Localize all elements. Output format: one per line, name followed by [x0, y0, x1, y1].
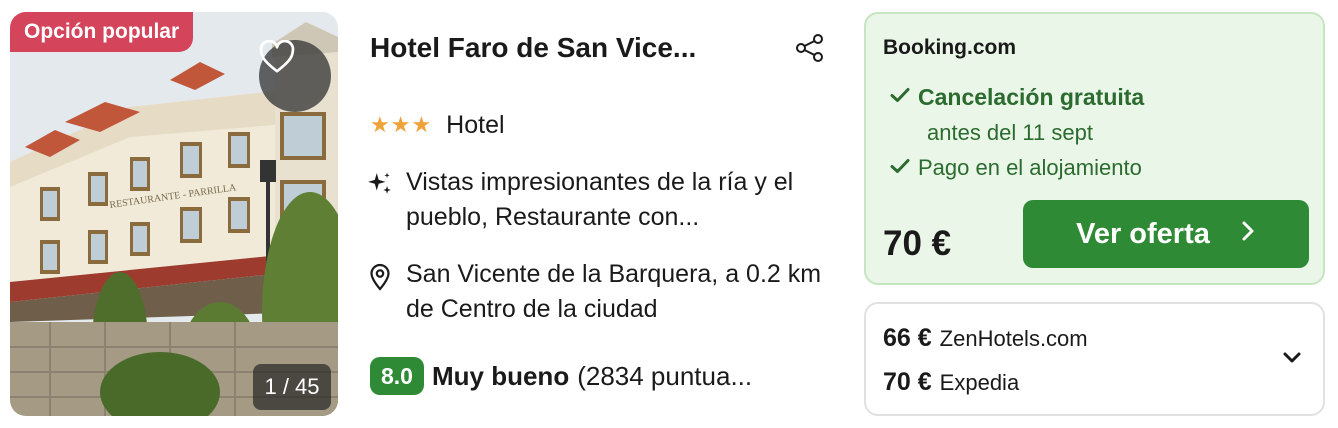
chevron-down-icon — [1283, 352, 1301, 363]
photo-counter: 1 / 45 — [253, 364, 331, 410]
checkmark-icon — [890, 87, 914, 108]
best-offer-card[interactable]: Booking.com Cancelación gratuita antes d… — [864, 12, 1325, 285]
share-icon — [796, 34, 823, 62]
pay-at-property-perk: Pago en el alojamiento — [890, 155, 1142, 181]
cancellation-deadline: antes del 11 sept — [927, 120, 1093, 145]
highlight-text: Vistas impresionantes de la ría y el pue… — [406, 168, 794, 231]
chevron-right-icon — [1240, 217, 1256, 251]
view-offer-button[interactable]: Ver oferta — [1023, 200, 1309, 268]
rating-count: (2834 puntua... — [577, 360, 753, 391]
favorite-button[interactable] — [259, 40, 331, 112]
star-rating: ★★★ — [370, 112, 433, 137]
highlight-row: Vistas impresionantes de la ría y el pue… — [366, 165, 846, 235]
rating-score-badge: 8.0 — [370, 357, 424, 395]
view-offer-label: Ver oferta — [1076, 217, 1210, 250]
free-cancellation-perk: Cancelación gratuita — [890, 84, 1144, 111]
hotel-type-row: ★★★ Hotel — [370, 108, 505, 142]
checkmark-icon — [890, 158, 914, 179]
other-offer-price: 70 € — [883, 368, 932, 396]
pay-at-property-label: Pago en el alojamiento — [918, 155, 1142, 180]
location-pin-icon — [366, 257, 394, 327]
rating-row[interactable]: 8.0 Muy bueno (2834 puntua... — [370, 357, 752, 395]
other-offer-provider: Expedia — [939, 370, 1020, 395]
hotel-title[interactable]: Hotel Faro de San Vice... — [370, 32, 770, 64]
offer-price: 70 € — [883, 224, 952, 263]
share-button[interactable] — [792, 30, 828, 66]
other-offer-row[interactable]: 66 € ZenHotels.com — [883, 324, 1088, 353]
sparkle-icon — [366, 165, 394, 235]
rating-word: Muy bueno — [431, 360, 570, 391]
location-row: San Vicente de la Barquera, a 0.2 km de … — [366, 257, 846, 327]
location-text: San Vicente de la Barquera, a 0.2 km de … — [406, 260, 822, 323]
hotel-photo[interactable]: RESTAURANTE - PARRILLA Opción popular 1 … — [10, 12, 338, 416]
expand-offers-button[interactable] — [1278, 344, 1306, 372]
free-cancellation-label: Cancelación gratuita — [918, 84, 1145, 110]
other-offer-provider: ZenHotels.com — [939, 326, 1088, 351]
hotel-type: Hotel — [446, 110, 505, 139]
heart-icon — [259, 40, 295, 73]
other-offer-price: 66 € — [883, 324, 932, 352]
popular-badge: Opción popular — [10, 12, 194, 52]
offer-provider: Booking.com — [883, 36, 1017, 59]
other-offer-row[interactable]: 70 € Expedia — [883, 368, 1019, 397]
other-offers-card[interactable]: 66 € ZenHotels.com 70 € Expedia — [864, 302, 1325, 416]
